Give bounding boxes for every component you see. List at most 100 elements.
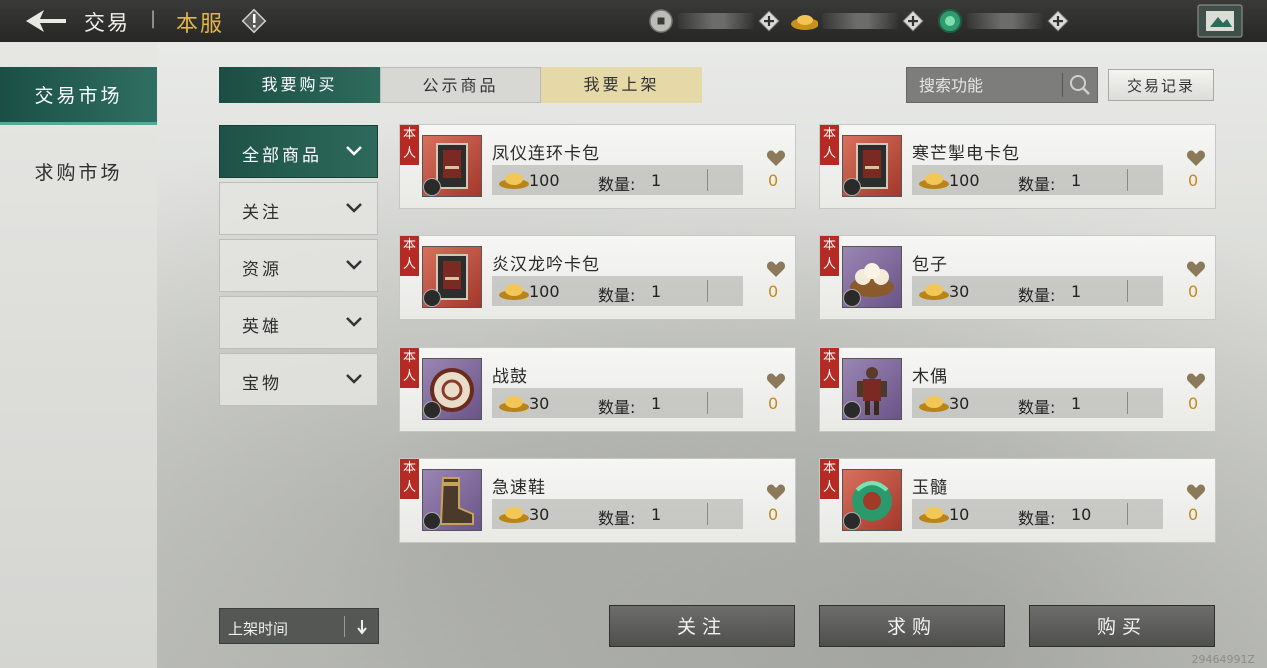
- item-card[interactable]: 本人 木偶 30 数量: 1 0: [819, 347, 1216, 432]
- bound-badge-icon: [423, 401, 441, 419]
- heart-icon[interactable]: [1186, 483, 1206, 501]
- gold-ingot-icon: [919, 507, 949, 523]
- sort-down-icon[interactable]: [355, 619, 369, 635]
- add-copper-button[interactable]: [758, 10, 780, 32]
- item-name: 包子: [912, 255, 948, 275]
- self-listing-tag: 本人: [400, 459, 419, 499]
- request-button[interactable]: 求购: [819, 605, 1005, 647]
- item-price: 100: [949, 171, 980, 190]
- chevron-down-icon: [346, 203, 362, 213]
- sidebar: 交易市场 求购市场: [0, 42, 157, 668]
- bound-badge-icon: [423, 178, 441, 196]
- item-name: 凤仪连环卡包: [492, 144, 600, 164]
- item-card[interactable]: 本人 凤仪连环卡包 100 数量: 1 0: [399, 124, 796, 209]
- bound-badge-icon: [423, 512, 441, 530]
- item-info-bar: 30 数量: 1: [912, 276, 1163, 306]
- bound-badge-icon: [843, 289, 861, 307]
- heart-icon[interactable]: [1186, 149, 1206, 167]
- category-hero[interactable]: 英雄: [219, 296, 378, 349]
- info-divider: [1127, 503, 1128, 525]
- add-gold-button[interactable]: [902, 10, 924, 32]
- self-listing-tag: 本人: [400, 236, 419, 276]
- tab-buy[interactable]: 我要购买: [219, 67, 380, 103]
- item-name: 急速鞋: [492, 478, 546, 498]
- search-input[interactable]: [907, 68, 1059, 102]
- item-info-bar: 100 数量: 1: [912, 165, 1163, 195]
- heart-icon[interactable]: [1186, 372, 1206, 390]
- follow-button[interactable]: 关注: [609, 605, 795, 647]
- sidebar-item-request-market[interactable]: 求购市场: [0, 144, 157, 202]
- like-count: 0: [1188, 505, 1199, 524]
- item-card[interactable]: 本人 急速鞋 30 数量: 1 0: [399, 458, 796, 543]
- buy-button[interactable]: 购买: [1029, 605, 1215, 647]
- copper-value: [678, 13, 754, 29]
- like-count: 0: [768, 171, 779, 190]
- tab-sell[interactable]: 我要上架: [541, 67, 702, 103]
- category-resource[interactable]: 资源: [219, 239, 378, 292]
- chevron-down-icon: [346, 146, 362, 156]
- self-listing-tag: 本人: [820, 236, 839, 276]
- title-separator: |: [150, 8, 157, 29]
- scroll-menu-icon[interactable]: [1196, 3, 1244, 39]
- search-icon[interactable]: [1067, 72, 1093, 98]
- self-listing-tag: 本人: [400, 348, 419, 388]
- heart-icon[interactable]: [766, 483, 786, 501]
- gold-ingot-icon: [499, 396, 529, 412]
- heart-icon[interactable]: [766, 260, 786, 278]
- page-title: 交易: [84, 11, 130, 35]
- quantity-label: 数量:: [598, 175, 636, 194]
- item-price: 30: [529, 394, 550, 413]
- back-arrow-icon[interactable]: [22, 8, 70, 34]
- quantity-label: 数量:: [598, 398, 636, 417]
- item-quantity: 1: [651, 282, 662, 301]
- info-divider: [1127, 280, 1128, 302]
- item-info-bar: 100 数量: 1: [492, 276, 743, 306]
- item-name: 玉髓: [912, 478, 948, 498]
- item-price: 100: [529, 171, 560, 190]
- add-jade-button[interactable]: [1047, 10, 1069, 32]
- chevron-down-icon: [346, 260, 362, 270]
- gold-ingot-icon: [919, 284, 949, 300]
- category-label: 全部商品: [242, 146, 322, 166]
- category-all[interactable]: 全部商品: [219, 125, 378, 178]
- like-count: 0: [1188, 171, 1199, 190]
- category-follow[interactable]: 关注: [219, 182, 378, 235]
- heart-icon[interactable]: [766, 372, 786, 390]
- item-name: 寒芒掣电卡包: [912, 144, 1020, 164]
- item-info-bar: 30 数量: 1: [492, 388, 743, 418]
- item-quantity: 1: [1071, 394, 1082, 413]
- watermark: 29464991Z: [1191, 653, 1255, 666]
- sidebar-item-trade-market[interactable]: 交易市场: [0, 67, 157, 125]
- jade-icon: [938, 9, 962, 33]
- self-listing-tag: 本人: [400, 125, 419, 165]
- item-quantity: 1: [1071, 171, 1082, 190]
- heart-icon[interactable]: [766, 149, 786, 167]
- chevron-down-icon: [346, 317, 362, 327]
- category-treasure[interactable]: 宝物: [219, 353, 378, 406]
- info-divider: [707, 392, 708, 414]
- item-price: 30: [529, 505, 550, 524]
- gold-ingot-icon: [791, 15, 818, 30]
- info-divider: [1127, 169, 1128, 191]
- item-name: 木偶: [912, 367, 948, 387]
- exclamation-icon[interactable]: [241, 8, 267, 34]
- quantity-label: 数量:: [1018, 398, 1056, 417]
- trade-record-button[interactable]: 交易记录: [1108, 69, 1214, 101]
- item-info-bar: 10 数量: 10: [912, 499, 1163, 529]
- sort-dropdown[interactable]: 上架时间: [219, 608, 379, 644]
- info-divider: [707, 503, 708, 525]
- quantity-label: 数量:: [1018, 175, 1056, 194]
- item-card[interactable]: 本人 寒芒掣电卡包 100 数量: 1 0: [819, 124, 1216, 209]
- top-bar: 交易 | 本服: [0, 0, 1267, 43]
- self-listing-tag: 本人: [820, 125, 839, 165]
- info-divider: [1127, 392, 1128, 414]
- bound-badge-icon: [843, 401, 861, 419]
- item-card[interactable]: 本人 包子 30 数量: 1 0: [819, 235, 1216, 320]
- item-card[interactable]: 本人 炎汉龙吟卡包 100 数量: 1 0: [399, 235, 796, 320]
- gold-ingot-icon: [499, 284, 529, 300]
- heart-icon[interactable]: [1186, 260, 1206, 278]
- item-card[interactable]: 本人 玉髓 10 数量: 10 0: [819, 458, 1216, 543]
- tab-public[interactable]: 公示商品: [380, 67, 541, 103]
- item-image: [422, 358, 482, 420]
- item-card[interactable]: 本人 战鼓 30 数量: 1 0: [399, 347, 796, 432]
